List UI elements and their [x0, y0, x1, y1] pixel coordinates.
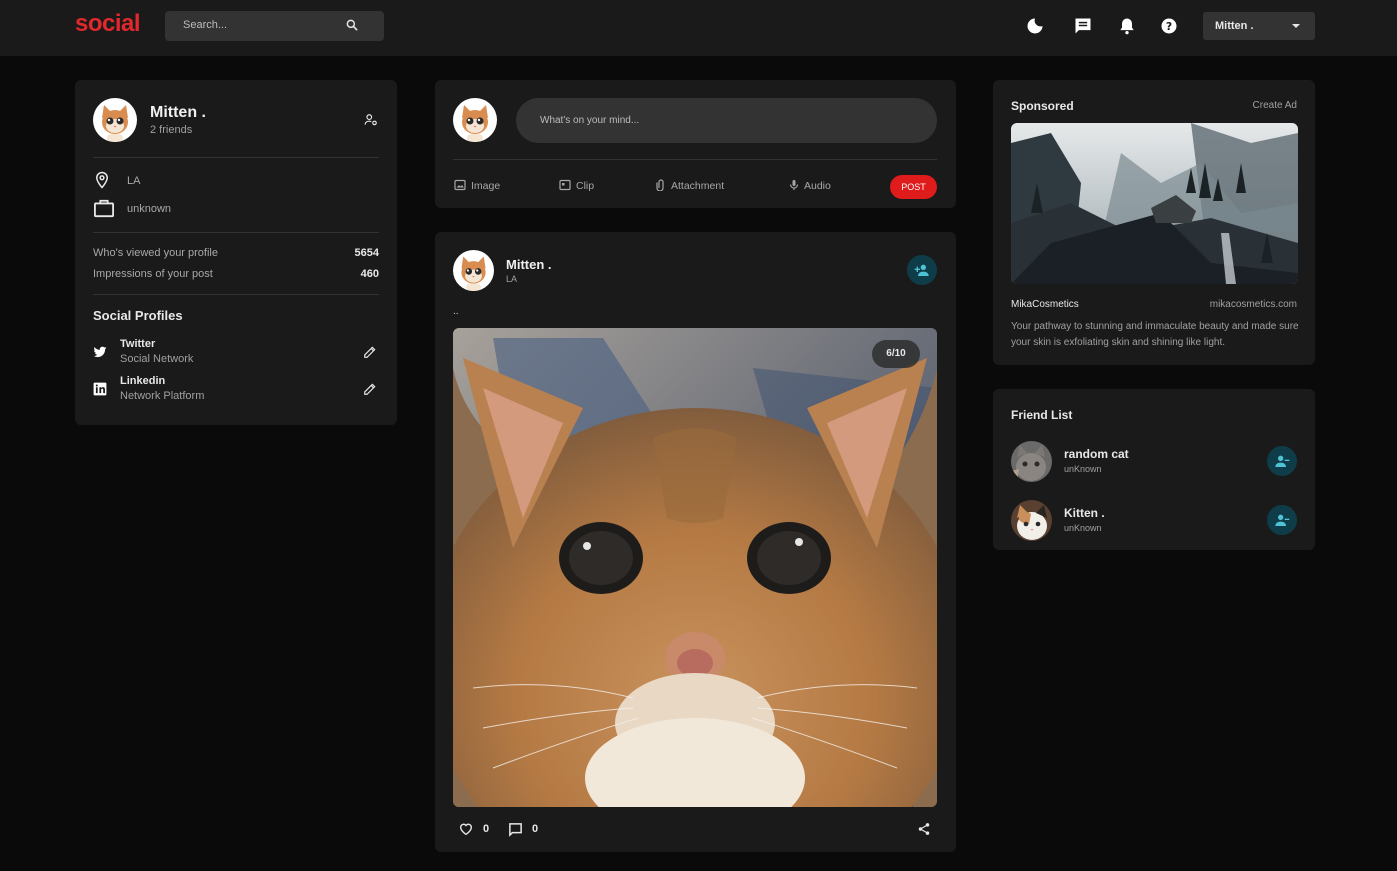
- composer-avatar: [453, 98, 497, 142]
- post-description: ..: [453, 306, 459, 317]
- social-profile-name[interactable]: Linkedin: [120, 375, 165, 387]
- post-input-placeholder: What's on your mind...: [540, 115, 640, 126]
- post-composer: What's on your mind... Image Clip Attach…: [435, 80, 956, 208]
- post-text-input[interactable]: What's on your mind...: [516, 98, 937, 143]
- friend-list-widget: Friend List random cat unKnown Kitten . …: [993, 389, 1315, 550]
- linkedin-icon: [93, 382, 107, 396]
- profile-avatar[interactable]: [93, 98, 137, 142]
- add-friend-button[interactable]: [907, 255, 937, 285]
- social-profile-name[interactable]: Twitter: [120, 338, 155, 350]
- friend-avatar[interactable]: [1011, 441, 1052, 482]
- clip-option-label: Clip: [576, 180, 595, 192]
- svg-text:?: ?: [1166, 20, 1172, 33]
- divider: [93, 232, 379, 233]
- stat-value: 460: [360, 268, 379, 280]
- share-icon[interactable]: [917, 822, 931, 836]
- friend-list-heading: Friend List: [1011, 408, 1073, 422]
- comment-count: 0: [532, 823, 539, 835]
- attachment-option-label: Attachment: [671, 180, 725, 192]
- social-profile-sub: Social Network: [120, 353, 194, 365]
- image-counter-badge: 6/10: [872, 340, 920, 368]
- stat-label: Impressions of your post: [93, 268, 213, 280]
- ad-website[interactable]: mikacosmetics.com: [1210, 299, 1297, 310]
- friend-status: unKnown: [1064, 523, 1102, 533]
- comment-icon[interactable]: [508, 822, 523, 837]
- sponsored-heading: Sponsored: [1011, 99, 1074, 113]
- friend-avatar[interactable]: [1011, 500, 1052, 541]
- search-placeholder: Search...: [183, 19, 228, 31]
- person-add-icon: [914, 264, 929, 276]
- post-photo[interactable]: 6/10: [453, 328, 937, 807]
- user-select-dropdown[interactable]: Mitten .: [1203, 12, 1315, 40]
- profile-occupation: unknown: [127, 203, 172, 215]
- remove-friend-button[interactable]: [1267, 446, 1297, 476]
- social-profiles-heading: Social Profiles: [93, 308, 183, 323]
- moon-icon[interactable]: [1025, 16, 1047, 38]
- feed-post: Mitten . LA .. 6/10 0 0: [435, 232, 956, 852]
- profile-friend-count: 2 friends: [150, 124, 193, 136]
- manage-account-icon[interactable]: [364, 113, 378, 127]
- ad-brand-name[interactable]: MikaCosmetics: [1011, 299, 1079, 310]
- divider: [453, 159, 937, 160]
- stat-label: Who's viewed your profile: [93, 247, 218, 259]
- image-option-label: Image: [471, 180, 501, 192]
- heart-icon[interactable]: [459, 822, 473, 836]
- post-author-name[interactable]: Mitten .: [506, 257, 552, 272]
- chevron-down-icon: [1291, 21, 1301, 31]
- friend-name[interactable]: random cat: [1064, 447, 1129, 461]
- message-icon[interactable]: [1073, 16, 1095, 38]
- profile-location: LA: [127, 175, 141, 187]
- help-icon[interactable]: ?: [1159, 16, 1181, 38]
- social-profile-sub: Network Platform: [120, 390, 205, 402]
- person-remove-icon: [1275, 514, 1290, 526]
- divider: [93, 294, 379, 295]
- audio-option-label: Audio: [804, 180, 831, 192]
- bell-icon[interactable]: [1117, 16, 1139, 38]
- search-bar[interactable]: Search...: [165, 11, 384, 41]
- ad-copy: Your pathway to stunning and immaculate …: [1011, 321, 1299, 348]
- create-ad-link[interactable]: Create Ad: [1253, 100, 1297, 111]
- post-author-location: LA: [506, 274, 518, 284]
- edit-icon[interactable]: [363, 382, 377, 396]
- user-profile-widget: Mitten . 2 friends LA unknown Who's view…: [75, 80, 397, 425]
- top-navbar: social Search... ? Mitten .: [0, 0, 1397, 56]
- sponsored-ad-widget: Sponsored Create Ad MikaCosmetics mikaco…: [993, 80, 1315, 365]
- friend-name[interactable]: Kitten .: [1064, 506, 1105, 520]
- location-pin-icon: [93, 171, 111, 189]
- divider: [93, 157, 379, 158]
- post-button[interactable]: POST: [890, 175, 937, 199]
- like-count: 0: [483, 823, 490, 835]
- search-icon[interactable]: [345, 18, 359, 32]
- briefcase-icon: [93, 198, 115, 218]
- edit-icon[interactable]: [363, 345, 377, 359]
- ad-image[interactable]: [1011, 123, 1298, 284]
- user-select-value: Mitten .: [1215, 20, 1254, 32]
- logo[interactable]: social: [75, 10, 141, 38]
- remove-friend-button[interactable]: [1267, 505, 1297, 535]
- profile-name[interactable]: Mitten .: [150, 104, 206, 122]
- friend-status: unKnown: [1064, 464, 1102, 474]
- twitter-icon: [93, 345, 107, 359]
- post-author-avatar[interactable]: [453, 250, 494, 291]
- stat-value: 5654: [354, 247, 379, 259]
- person-remove-icon: [1275, 455, 1290, 467]
